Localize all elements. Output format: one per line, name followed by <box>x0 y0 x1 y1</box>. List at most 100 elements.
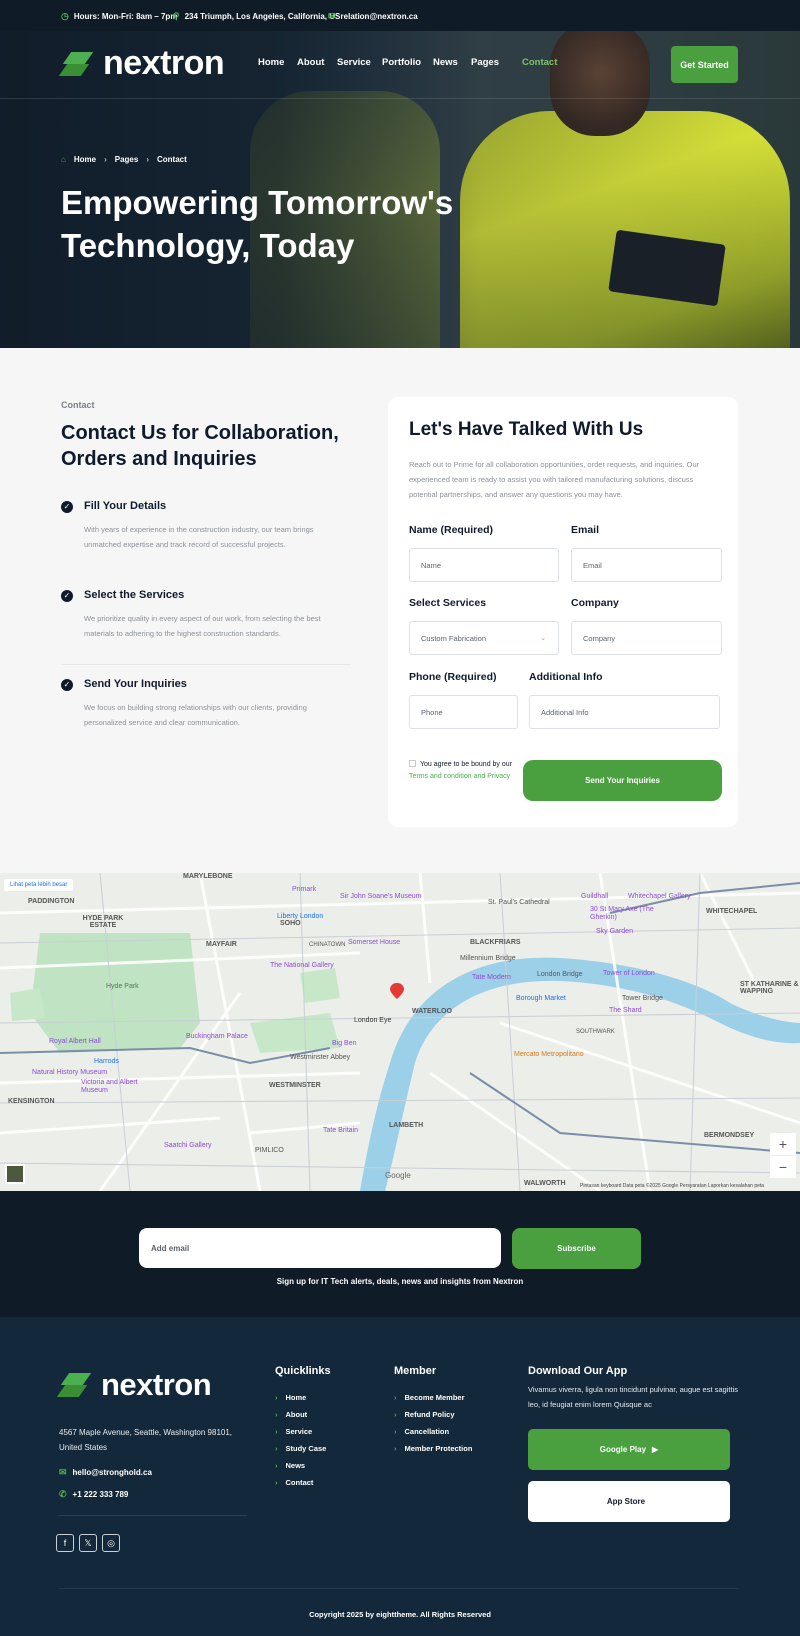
member-link[interactable]: › Cancellation <box>394 1427 449 1436</box>
map-place[interactable]: Saatchi Gallery <box>164 1142 211 1149</box>
map-place[interactable]: Natural History Museum <box>32 1069 107 1076</box>
member-link-label[interactable]: Become Member <box>405 1393 465 1402</box>
google-play-button[interactable]: Google Play ▶ <box>528 1429 730 1470</box>
quicklink-label[interactable]: Study Case <box>286 1444 327 1453</box>
footer-email-text[interactable]: hello@stronghold.ca <box>73 1468 152 1477</box>
map-place[interactable]: Tate Modern <box>472 974 511 981</box>
app-store-button[interactable]: App Store <box>528 1481 730 1522</box>
nav-pages[interactable]: Pages <box>471 57 499 68</box>
phone-input[interactable]: Phone <box>409 695 518 729</box>
quicklink-item[interactable]: › About <box>275 1410 307 1419</box>
map-place[interactable]: Royal Albert Hall <box>49 1038 101 1045</box>
services-select[interactable]: Custom Fabrication ⌄ <box>409 621 559 655</box>
map-place[interactable]: Buckingham Palace <box>186 1033 248 1040</box>
additional-info-input[interactable]: Additional Info <box>529 695 720 729</box>
map-attribution[interactable]: Pintasan keyboard Data peta ©2025 Google… <box>580 1183 764 1189</box>
quicklink-item[interactable]: › Study Case <box>275 1444 326 1453</box>
quicklink-label[interactable]: Service <box>286 1427 313 1436</box>
nav-contact[interactable]: Contact <box>522 57 557 68</box>
address-info: ⚲ 234 Triumph, Los Angeles, California, U… <box>173 11 340 22</box>
breadcrumb-home[interactable]: Home <box>74 155 96 164</box>
quicklink-item[interactable]: › Service <box>275 1427 312 1436</box>
map-place[interactable]: Whitechapel Gallery <box>628 893 691 900</box>
map-place[interactable]: Sir John Soane's Museum <box>340 893 422 900</box>
quicklink-item[interactable]: › News <box>275 1461 305 1470</box>
get-started-button[interactable]: Get Started <box>671 46 738 83</box>
member-link-label[interactable]: Cancellation <box>405 1427 450 1436</box>
terms-link[interactable]: Terms and condition and Privacy <box>409 773 510 780</box>
map-place[interactable]: London Bridge <box>537 971 583 978</box>
nav-about[interactable]: About <box>297 57 324 68</box>
member-link-label[interactable]: Member Protection <box>405 1444 473 1453</box>
map-place[interactable]: Victoria and Albert Museum <box>81 1079 141 1095</box>
map-label: PADDINGTON <box>28 898 75 905</box>
footer-phone[interactable]: ✆ +1 222 333 789 <box>59 1489 128 1500</box>
agree-checkbox[interactable] <box>409 760 416 767</box>
chevron-right-icon: › <box>394 1410 397 1419</box>
map-place[interactable]: Somerset House <box>348 939 400 946</box>
facebook-icon[interactable]: f <box>56 1534 74 1552</box>
zoom-out-button[interactable]: − <box>770 1156 796 1178</box>
instagram-icon[interactable]: ◎ <box>102 1534 120 1552</box>
quicklink-item[interactable]: › Home <box>275 1393 306 1402</box>
quicklink-item[interactable]: › Contact <box>275 1478 313 1487</box>
map-place[interactable]: St. Paul's Cathedral <box>488 899 550 906</box>
company-input[interactable]: Company <box>571 621 722 655</box>
member-link[interactable]: › Member Protection <box>394 1444 472 1453</box>
map-place[interactable]: Millennium Bridge <box>460 955 516 962</box>
email-text[interactable]: relation@nextron.ca <box>341 12 418 21</box>
satellite-toggle[interactable] <box>5 1164 25 1184</box>
map-place[interactable]: Big Ben <box>332 1040 357 1047</box>
map-place[interactable]: Guildhall <box>581 893 608 900</box>
subscribe-button[interactable]: Subscribe <box>512 1228 641 1269</box>
email-input[interactable]: Email <box>571 548 722 582</box>
header-logo[interactable]: nextron <box>58 44 225 83</box>
quicklink-label[interactable]: Contact <box>286 1478 314 1487</box>
x-twitter-icon[interactable]: 𝕏 <box>79 1534 97 1552</box>
send-inquiries-button[interactable]: Send Your Inquiries <box>523 760 722 801</box>
nav-news[interactable]: News <box>433 57 458 68</box>
map-place[interactable]: Mercato Metropolitano <box>514 1051 584 1058</box>
nav-home[interactable]: Home <box>258 57 284 68</box>
envelope-icon: ✉ <box>328 11 336 21</box>
map-label: BERMONDSEY <box>704 1132 755 1139</box>
map-place[interactable]: The Shard <box>609 1007 642 1014</box>
quicklink-label[interactable]: About <box>286 1410 308 1419</box>
view-larger-map-link[interactable]: Lihat peta lebih besar <box>4 879 74 891</box>
nav-portfolio[interactable]: Portfolio <box>382 57 421 68</box>
map-place[interactable]: Harrods <box>94 1058 119 1065</box>
map-place[interactable]: Tower of London <box>603 970 655 977</box>
map-label: KENSINGTON <box>8 1098 55 1105</box>
phone-label: Phone (Required) <box>409 671 497 683</box>
map-place[interactable]: Borough Market <box>516 995 566 1002</box>
map-place[interactable]: Primark <box>292 886 316 893</box>
newsletter-email-input[interactable]: Add email <box>139 1228 501 1268</box>
nav-service[interactable]: Service <box>337 57 371 68</box>
zoom-in-button[interactable]: + <box>770 1133 796 1155</box>
name-input[interactable]: Name <box>409 548 559 582</box>
map-place[interactable]: Tate Britain <box>323 1127 358 1134</box>
address-text: 234 Triumph, Los Angeles, California, US <box>184 12 341 21</box>
map-place[interactable]: 30 St Mary Axe (The Gherkin) <box>590 906 660 922</box>
services-label: Select Services <box>409 597 487 609</box>
quicklink-label[interactable]: News <box>286 1461 306 1470</box>
footer-logo[interactable]: nextron <box>56 1367 212 1403</box>
member-link[interactable]: › Become Member <box>394 1393 465 1402</box>
map-place[interactable]: Sky Garden <box>596 928 633 935</box>
footer-address: 4567 Maple Avenue, Seattle, Washington 9… <box>59 1428 233 1452</box>
embedded-map[interactable]: Lihat peta lebih besar MARYLEBONE PADDIN… <box>0 873 800 1191</box>
footer-phone-text[interactable]: +1 222 333 789 <box>73 1490 129 1499</box>
chevron-right-icon: › <box>275 1427 278 1436</box>
envelope-icon: ✉ <box>59 1467 67 1477</box>
map-place[interactable]: Westminster Abbey <box>290 1054 350 1061</box>
map-place[interactable]: Liberty London <box>277 913 323 920</box>
map-place[interactable]: The National Gallery <box>270 962 334 969</box>
breadcrumb-pages[interactable]: Pages <box>115 155 139 164</box>
chevron-right-icon: › <box>275 1461 278 1470</box>
quicklink-label[interactable]: Home <box>286 1393 307 1402</box>
member-link[interactable]: › Refund Policy <box>394 1410 455 1419</box>
map-place[interactable]: Tower Bridge <box>622 995 663 1002</box>
member-link-label[interactable]: Refund Policy <box>405 1410 455 1419</box>
footer-email[interactable]: ✉ hello@stronghold.ca <box>59 1467 152 1478</box>
email-info[interactable]: ✉ relation@nextron.ca <box>328 11 418 22</box>
